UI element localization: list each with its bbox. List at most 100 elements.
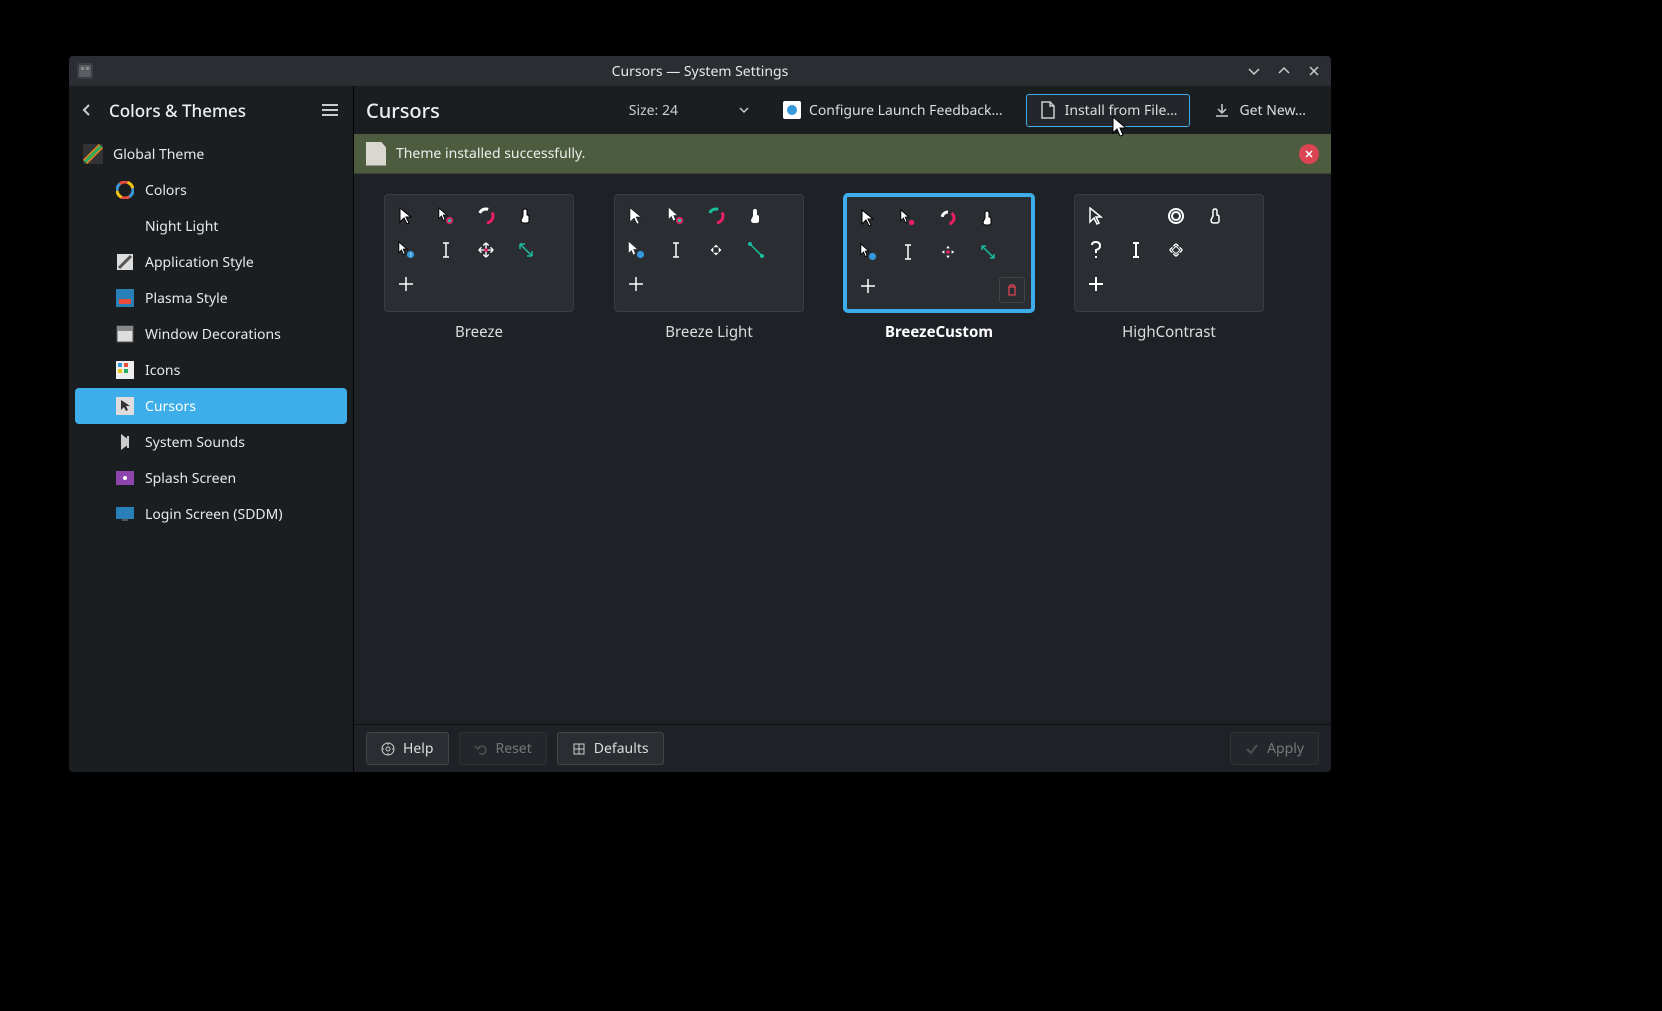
install-from-file-button[interactable]: Install from File… (1026, 94, 1191, 127)
page-title: Cursors (366, 97, 440, 124)
busy-icon (939, 209, 957, 227)
sidebar-item-plasma-style[interactable]: Plasma Style (75, 280, 347, 316)
hand-icon (517, 207, 535, 225)
theme-preview (844, 194, 1034, 312)
window-body: Colors & Themes Global Theme Colors Nigh… (69, 86, 1331, 772)
sidebar-item-login-screen[interactable]: Login Screen (SDDM) (75, 496, 347, 532)
reset-button[interactable]: Reset (459, 732, 547, 765)
document-icon (366, 142, 386, 166)
resize-corner-icon (747, 241, 765, 259)
system-settings-window: Cursors — System Settings Colors & Theme… (69, 56, 1331, 772)
button-label: Configure Launch Feedback… (809, 101, 1003, 120)
pointer-badge-icon (437, 207, 455, 225)
spacer-icon (1207, 241, 1225, 259)
sidebar: Colors & Themes Global Theme Colors Nigh… (69, 86, 354, 772)
sidebar-item-label: Window Decorations (145, 325, 281, 344)
sidebar-item-system-sounds[interactable]: System Sounds (75, 424, 347, 460)
configure-launch-feedback-button[interactable]: Configure Launch Feedback… (770, 94, 1016, 127)
launch-feedback-icon (783, 101, 801, 119)
maximize-button[interactable] (1275, 62, 1293, 80)
sidebar-item-splash-screen[interactable]: Splash Screen (75, 460, 347, 496)
app-icon (77, 63, 93, 79)
main-panel: Cursors Size: 24 Configure Launch Feedba… (354, 86, 1331, 772)
defaults-icon (572, 742, 586, 756)
main-header: Cursors Size: 24 Configure Launch Feedba… (354, 86, 1331, 134)
busy-icon (707, 207, 725, 225)
defaults-button[interactable]: Defaults (557, 732, 664, 765)
back-button[interactable] (75, 98, 99, 122)
help-icon (627, 241, 645, 259)
move-icon (939, 243, 957, 261)
sidebar-item-application-style[interactable]: Application Style (75, 244, 347, 280)
menu-button[interactable] (317, 97, 343, 123)
size-label: Size: 24 (629, 101, 678, 120)
system-sounds-icon (115, 432, 135, 452)
sidebar-item-label: Cursors (145, 397, 196, 416)
apply-button[interactable]: Apply (1230, 732, 1319, 765)
pointer-badge-icon (899, 209, 917, 227)
help-icon (1087, 241, 1105, 259)
footer: Help Reset Defaults Apply (354, 724, 1331, 772)
window-decorations-icon (115, 324, 135, 344)
chevron-down-icon (738, 104, 750, 116)
category-title: Colors & Themes (109, 99, 307, 122)
sidebar-item-label: Plasma Style (145, 289, 228, 308)
theme-preview (614, 194, 804, 312)
pointer-icon (1087, 207, 1105, 225)
text-icon (1127, 241, 1145, 259)
theme-name: HighContrast (1122, 322, 1216, 342)
help-icon (859, 243, 877, 261)
text-icon (437, 241, 455, 259)
sidebar-item-label: Colors (145, 181, 187, 200)
get-new-button[interactable]: Get New… (1200, 94, 1319, 127)
theme-name: BreezeCustom (885, 322, 993, 342)
sidebar-item-night-light[interactable]: Night Light (75, 208, 347, 244)
close-notification-button[interactable] (1299, 144, 1319, 164)
download-icon (1213, 101, 1231, 119)
notification-message: Theme installed successfully. (396, 144, 585, 163)
button-label: Reset (496, 739, 532, 758)
sidebar-item-label: System Sounds (145, 433, 245, 452)
colors-icon (115, 180, 135, 200)
sidebar-item-icons[interactable]: Icons (75, 352, 347, 388)
file-import-icon (1039, 101, 1057, 119)
icons-icon (115, 360, 135, 380)
text-icon (667, 241, 685, 259)
sidebar-item-colors[interactable]: Colors (75, 172, 347, 208)
sidebar-item-label: Icons (145, 361, 180, 380)
sidebar-item-window-decorations[interactable]: Window Decorations (75, 316, 347, 352)
resize-corner-icon (979, 243, 997, 261)
close-button[interactable] (1305, 62, 1323, 80)
help-button[interactable]: Help (366, 732, 449, 765)
theme-card-breeze-light[interactable]: Breeze Light (614, 194, 804, 342)
sidebar-item-cursors[interactable]: Cursors (75, 388, 347, 424)
pointer-icon (627, 207, 645, 225)
minimize-button[interactable] (1245, 62, 1263, 80)
button-label: Install from File… (1065, 101, 1178, 120)
theme-card-highcontrast[interactable]: HighContrast (1074, 194, 1264, 342)
theme-card-breeze[interactable]: ? Breeze (384, 194, 574, 342)
sidebar-header: Colors & Themes (69, 86, 353, 134)
sidebar-item-global-theme[interactable]: Global Theme (75, 136, 347, 172)
help-icon: ? (397, 241, 415, 259)
move-icon (477, 241, 495, 259)
delete-theme-button[interactable] (999, 277, 1025, 303)
undo-icon (474, 742, 488, 756)
check-icon (1245, 742, 1259, 756)
cursors-icon (115, 396, 135, 416)
plasma-style-icon (115, 288, 135, 308)
theme-card-breezecustom[interactable]: BreezeCustom (844, 194, 1034, 342)
hand-icon (747, 207, 765, 225)
night-light-icon (115, 216, 135, 236)
busy-icon (477, 207, 495, 225)
size-select[interactable] (688, 100, 760, 120)
move-icon (1167, 241, 1185, 259)
login-screen-icon (115, 504, 135, 524)
window-title: Cursors — System Settings (69, 62, 1331, 81)
move-icon (707, 241, 725, 259)
spacer-icon (1127, 207, 1145, 225)
resize-corner-icon (517, 241, 535, 259)
button-label: Defaults (594, 739, 649, 758)
cursor-theme-grid: ? Breeze (354, 174, 1331, 724)
sidebar-item-label: Global Theme (113, 145, 204, 164)
